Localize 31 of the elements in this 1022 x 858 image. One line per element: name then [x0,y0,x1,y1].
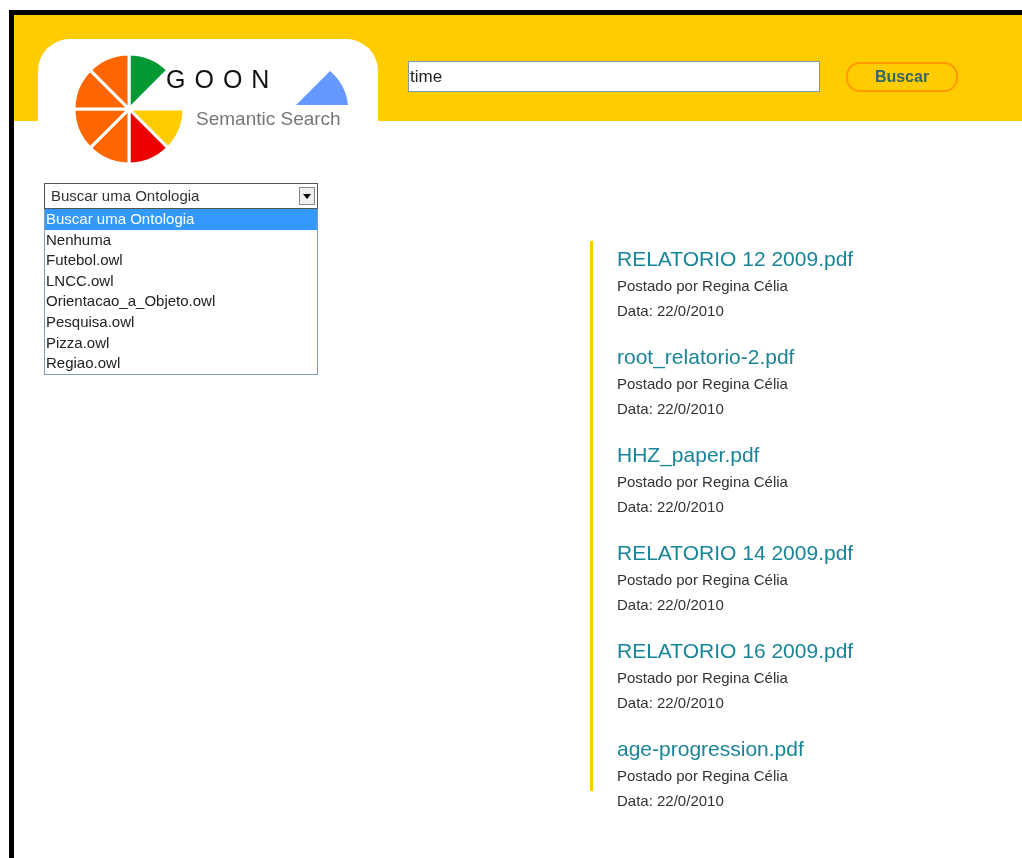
result-date: Data: 22/0/2010 [617,497,725,517]
result-date: Data: 22/0/2010 [617,791,725,811]
logo-subtitle: Semantic Search [196,109,341,128]
triangle-logo-icon [296,71,348,105]
dropdown-option[interactable]: Nenhuma [45,229,317,251]
result-author: Postado por Regina Célia [617,472,789,492]
search-button[interactable]: Buscar [846,61,958,92]
result-link[interactable]: RELATORIO 16 2009.pdf [617,637,997,665]
dropdown-option[interactable]: Pizza.owl [45,332,317,354]
result-date: Data: 22/0/2010 [617,301,725,321]
result-author: Postado por Regina Célia [617,570,789,590]
result-date: Data: 22/0/2010 [617,693,725,713]
result-date: Data: 22/0/2010 [617,595,725,615]
result-link[interactable]: HHZ_paper.pdf [617,441,997,469]
result-link[interactable]: age-progression.pdf [617,735,997,763]
result-link[interactable]: RELATORIO 14 2009.pdf [617,539,997,567]
result-author: Postado por Regina Célia [617,766,789,786]
result-author: Postado por Regina Célia [617,374,789,394]
dropdown-option[interactable]: Futebol.owl [45,250,317,271]
search-field[interactable]: time [408,61,820,92]
result-author: Postado por Regina Célia [617,276,789,296]
dropdown-option[interactable]: LNCC.owl [45,270,317,292]
result-date: Data: 22/0/2010 [617,399,725,419]
result-link[interactable]: root_relatorio-2.pdf [617,343,997,371]
result-link[interactable]: RELATORIO 12 2009.pdf [617,245,997,273]
dropdown-option[interactable]: Regiao.owl [45,353,317,374]
ontology-select[interactable]: Buscar uma Ontologia [44,183,318,209]
dropdown-option[interactable]: Orientacao_a_Objeto.owl [45,291,317,312]
logo-title: GOON [166,64,279,95]
dropdown-option[interactable]: Pesquisa.owl [45,311,317,333]
result-author: Postado por Regina Célia [617,668,789,688]
